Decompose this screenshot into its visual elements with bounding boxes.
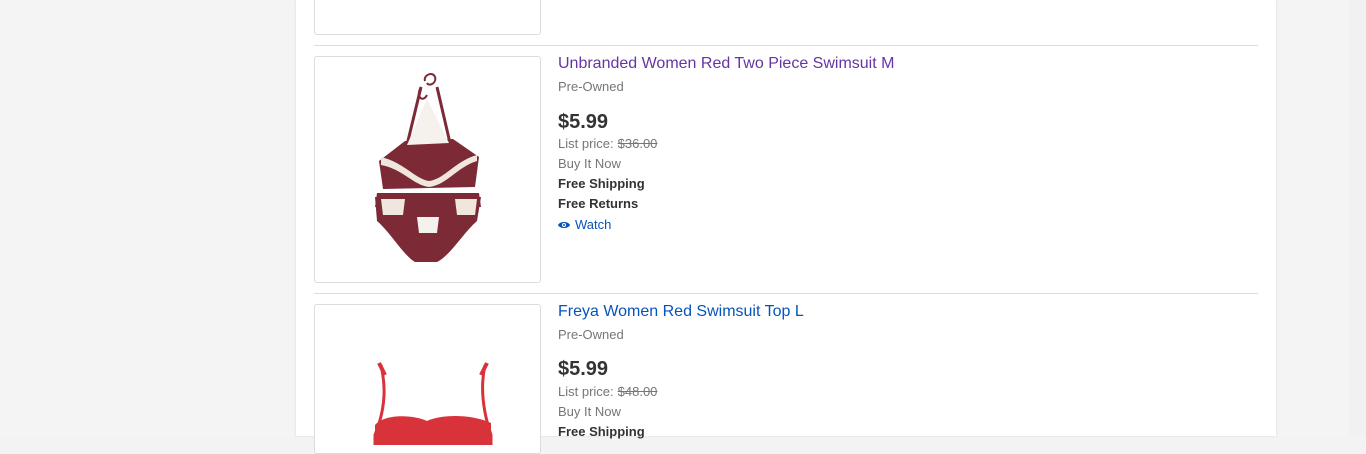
watch-label: Watch <box>575 217 612 232</box>
eye-icon <box>558 221 570 228</box>
listing-title-link[interactable]: Unbranded Women Red Two Piece Swimsuit M <box>558 55 894 73</box>
listing-image-two-piece-swimsuit[interactable] <box>314 56 541 283</box>
page-background-left <box>0 0 296 436</box>
list-price-value: $48.00 <box>617 384 658 399</box>
listing-price: $5.99 <box>558 358 609 380</box>
previous-listing-image[interactable] <box>314 0 541 35</box>
listing-shipping: Free Shipping <box>558 424 645 439</box>
page-background-right <box>1276 0 1350 436</box>
swimsuit-image <box>375 73 481 262</box>
listing-list-price: List price: $48.00 <box>558 384 657 399</box>
scrollbar-track[interactable] <box>1349 0 1366 436</box>
listing-price: $5.99 <box>558 111 609 133</box>
listing-condition: Pre-Owned <box>558 79 624 94</box>
listing-condition: Pre-Owned <box>558 327 624 342</box>
listing-image-swimsuit-top[interactable] <box>314 304 541 454</box>
list-price-label: List price: <box>558 136 614 151</box>
listing-divider <box>314 293 1258 294</box>
listing-format: Buy It Now <box>558 156 621 171</box>
listing-divider <box>314 45 1258 46</box>
list-price-label: List price: <box>558 384 614 399</box>
listing-returns: Free Returns <box>558 196 639 211</box>
listing-title-link[interactable]: Freya Women Red Swimsuit Top L <box>558 303 804 321</box>
listing-format: Buy It Now <box>558 404 621 419</box>
listing-list-price: List price: $36.00 <box>558 136 657 151</box>
listing-shipping: Free Shipping <box>558 176 645 191</box>
swimsuit-top-image <box>373 362 493 447</box>
watch-button[interactable]: Watch <box>558 217 611 232</box>
list-price-value: $36.00 <box>617 136 658 151</box>
